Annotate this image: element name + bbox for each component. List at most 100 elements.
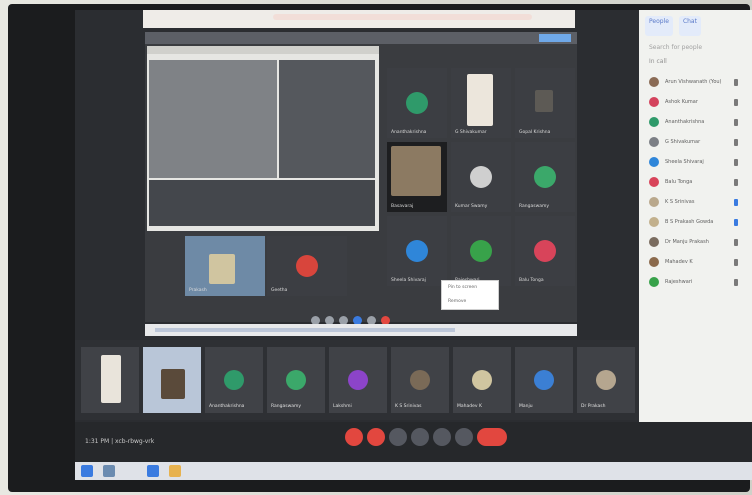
strip-tile[interactable]: Manju xyxy=(515,347,573,413)
list-item[interactable]: Dr Manju Prakash xyxy=(639,232,752,252)
video-tile[interactable]: G Shivakumar xyxy=(451,68,511,138)
mic-button[interactable] xyxy=(345,428,363,446)
nested-toolbar xyxy=(147,46,379,54)
list-item[interactable]: B S Prakash Gowda xyxy=(639,212,752,232)
video-tile[interactable]: Sheela Shivaraj xyxy=(387,216,447,286)
participant-name: Arun Vishwanath (You) xyxy=(665,79,722,85)
taskbar-app-icon[interactable] xyxy=(147,465,159,477)
video-tile[interactable]: Geetha xyxy=(267,236,347,296)
video-tile[interactable]: Kumar Swamy xyxy=(451,142,511,212)
list-item[interactable]: Rajeshwari xyxy=(639,272,752,292)
mic-icon xyxy=(734,138,738,146)
strip-tile[interactable]: Rangaswamy xyxy=(267,347,325,413)
avatar xyxy=(649,117,659,127)
nested-bottom xyxy=(149,180,375,226)
avatar xyxy=(296,255,318,277)
participant-name: Ashok Kumar xyxy=(665,99,698,105)
list-item[interactable]: Mahadev K xyxy=(639,252,752,272)
nested-grid-right xyxy=(279,60,375,178)
video-tile[interactable]: Rangaswamy xyxy=(515,142,575,212)
tab-chat[interactable]: Chat xyxy=(678,16,701,36)
avatar xyxy=(649,217,659,227)
tile-caption: Rangaswamy xyxy=(519,204,550,209)
start-icon[interactable] xyxy=(81,465,93,477)
strip-tile[interactable]: Mahadev K xyxy=(453,347,511,413)
avatar xyxy=(534,240,556,262)
share-button[interactable] xyxy=(539,34,571,42)
more-options-button[interactable] xyxy=(455,428,473,446)
strip-tile[interactable]: K S Srinivas xyxy=(391,347,449,413)
strip-tile[interactable] xyxy=(81,347,139,413)
avatar xyxy=(534,166,556,188)
avatar xyxy=(472,370,492,390)
video-tile[interactable]: Ananthakrishna xyxy=(387,68,447,138)
avatar xyxy=(348,370,368,390)
mic-icon xyxy=(734,158,738,166)
participant-name: Mahadev K xyxy=(665,259,693,265)
avatar xyxy=(649,237,659,247)
mic-icon xyxy=(734,258,738,266)
end-call-button[interactable] xyxy=(477,428,507,446)
video-tile[interactable]: Gopal Krishna xyxy=(515,68,575,138)
tile-caption: Basavaraj xyxy=(391,204,414,209)
tab-people[interactable]: People xyxy=(645,16,673,36)
taskbar-app-icon[interactable] xyxy=(103,465,115,477)
tile-caption: Ananthakrishna xyxy=(391,130,427,135)
video-tile[interactable]: Balu Tonga xyxy=(515,216,575,286)
list-item[interactable]: G Shivakumar xyxy=(639,132,752,152)
video-tile[interactable]: Prakash xyxy=(185,236,265,296)
context-menu: Pin to screen Remove xyxy=(441,280,499,310)
avatar xyxy=(286,370,306,390)
avatar xyxy=(406,240,428,262)
video-tile[interactable]: Basavaraj xyxy=(387,142,447,212)
video-tile[interactable]: Rajeshwari xyxy=(451,216,511,286)
list-item[interactable]: Ananthakrishna xyxy=(639,112,752,132)
strip-tile[interactable]: Ananthakrishna xyxy=(205,347,263,413)
mic-icon xyxy=(734,78,738,86)
tile-caption: Sheela Shivaraj xyxy=(391,278,426,283)
mic-icon xyxy=(734,198,738,206)
captions-button[interactable] xyxy=(389,428,407,446)
strip-tile[interactable] xyxy=(143,347,201,413)
list-item[interactable]: Sheela Shivaraj xyxy=(639,152,752,172)
tile-caption: Balu Tonga xyxy=(519,278,544,283)
mic-icon xyxy=(734,178,738,186)
participant-photo xyxy=(161,369,185,399)
list-item[interactable]: Arun Vishwanath (You) xyxy=(639,72,752,92)
avatar xyxy=(649,277,659,287)
participant-name: Balu Tonga xyxy=(665,179,693,185)
tile-caption: Lakshmi xyxy=(333,404,352,409)
avatar xyxy=(470,240,492,262)
avatar xyxy=(649,157,659,167)
menu-item-pin[interactable]: Pin to screen xyxy=(442,281,498,295)
camera-button[interactable] xyxy=(367,428,385,446)
people-search-input[interactable]: Search for people xyxy=(649,44,746,52)
tile-caption: Gopal Krishna xyxy=(519,130,551,135)
list-item[interactable]: Ashok Kumar xyxy=(639,92,752,112)
participant-photo xyxy=(535,90,553,112)
mic-icon xyxy=(734,98,738,106)
strip-tile[interactable]: Lakshmi xyxy=(329,347,387,413)
list-item[interactable]: K S Srinivas xyxy=(639,192,752,212)
participant-name: Rajeshwari xyxy=(665,279,693,285)
participant-name: Sheela Shivaraj xyxy=(665,159,704,165)
raise-hand-button[interactable] xyxy=(411,428,429,446)
taskbar-folder-icon[interactable] xyxy=(169,465,181,477)
share-title-bar xyxy=(145,32,577,44)
tile-caption: K S Srinivas xyxy=(395,404,422,409)
avatar xyxy=(410,370,430,390)
avatar xyxy=(596,370,616,390)
avatar xyxy=(649,197,659,207)
list-item[interactable]: Balu Tonga xyxy=(639,172,752,192)
participant-name: Dr Manju Prakash xyxy=(665,239,709,245)
participant-name: Ananthakrishna xyxy=(665,119,705,125)
nested-grid xyxy=(149,60,277,178)
avatar xyxy=(470,166,492,188)
participant-name: G Shivakumar xyxy=(665,139,701,145)
menu-item-remove[interactable]: Remove xyxy=(442,295,498,309)
present-button[interactable] xyxy=(433,428,451,446)
strip-tile[interactable]: Dr Prakash xyxy=(577,347,635,413)
tile-caption: Geetha xyxy=(271,288,288,293)
nested-share-view xyxy=(147,46,379,231)
mic-icon xyxy=(734,278,738,286)
